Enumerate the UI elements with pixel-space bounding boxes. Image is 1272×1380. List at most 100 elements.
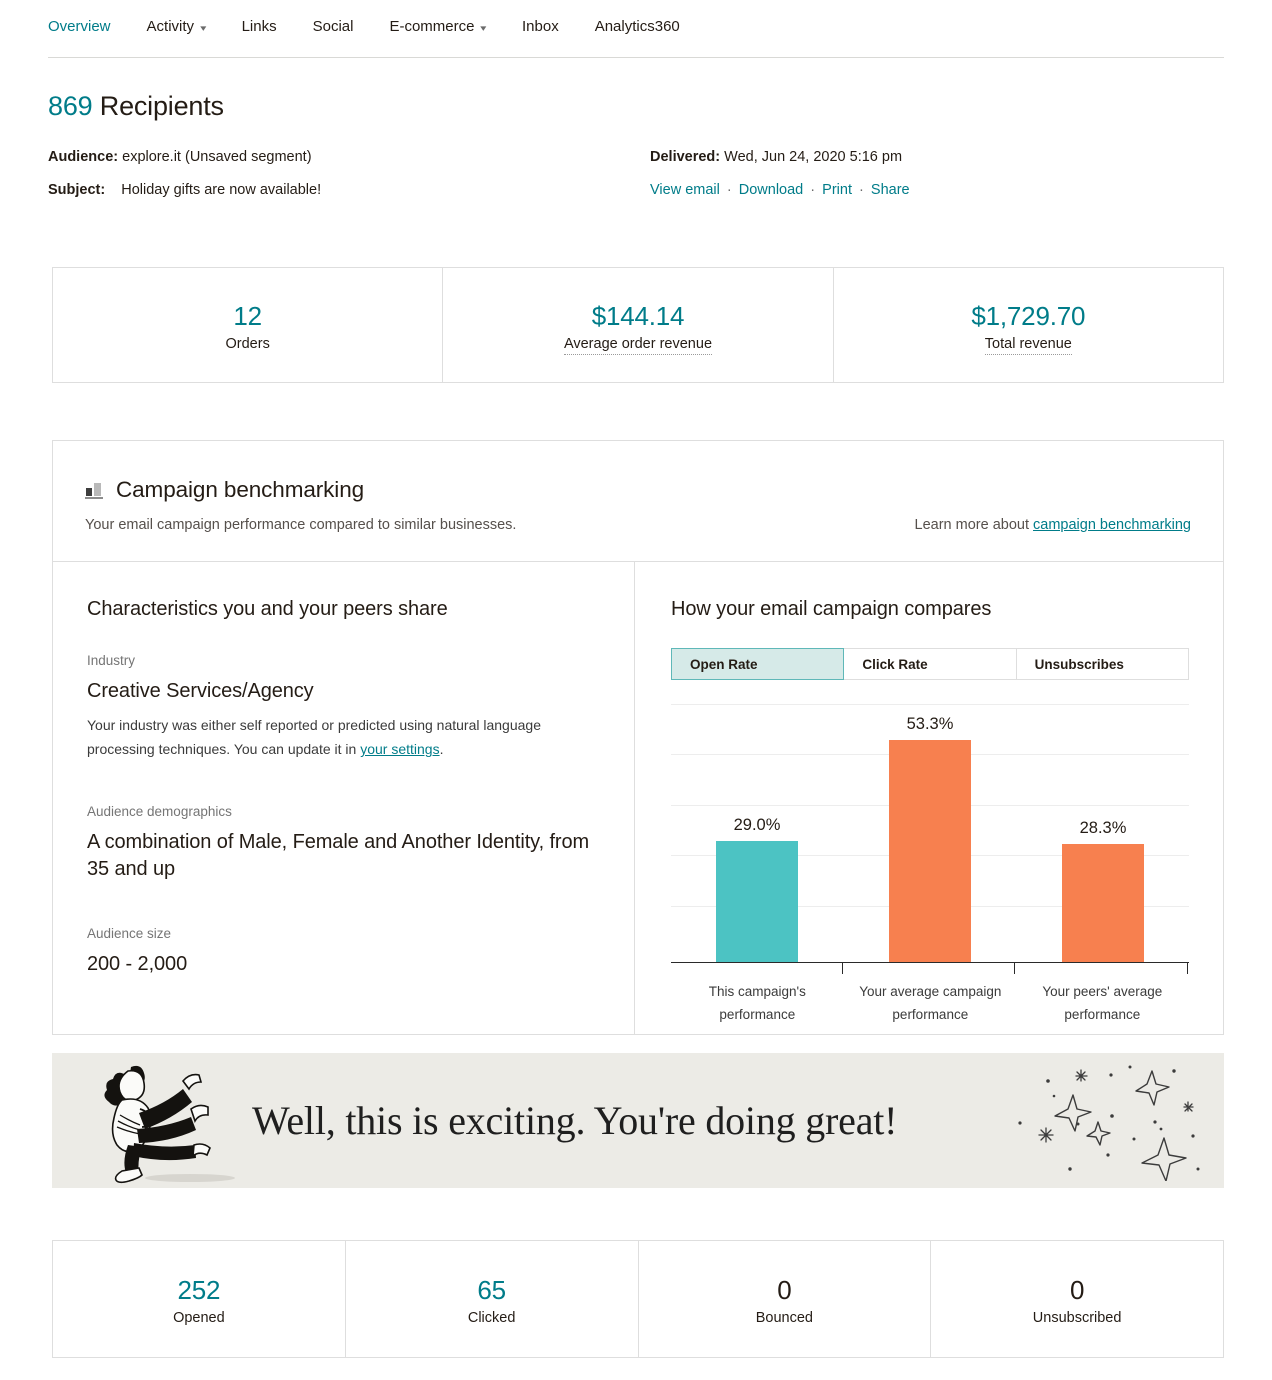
delivered-value: Wed, Jun 24, 2020 5:16 pm (724, 149, 903, 165)
chart-bar[interactable] (1062, 844, 1144, 962)
download-link[interactable]: Download (739, 182, 804, 198)
campaign-benchmarking-panel: Campaign benchmarking Your email campaig… (52, 440, 1224, 1035)
chart-axis-tick (842, 962, 843, 974)
tab-click-rate[interactable]: Click Rate (844, 648, 1017, 680)
tab-unsubscribes[interactable]: Unsubscribes (1016, 648, 1189, 680)
stat-label[interactable]: Total revenue (984, 335, 1072, 355)
email-actions: View email · Download · Print · Share (650, 181, 910, 199)
nav-item-overview[interactable]: Overview (48, 18, 111, 36)
stat-label[interactable]: Average order revenue (563, 335, 713, 355)
primary-nav: Overview Activity ▾ Links Social E-comme… (48, 18, 1224, 58)
nav-item-inbox[interactable]: Inbox (522, 18, 559, 36)
recipients-word: Recipients (99, 91, 224, 121)
chart-plot-area: 29.0% 53.3% 28.3% (671, 704, 1189, 962)
ecommerce-stats-strip: 12 Orders $144.14 Average order revenue … (52, 267, 1224, 383)
share-link[interactable]: Share (871, 182, 910, 198)
stat-label: Opened (173, 1310, 225, 1326)
encouragement-banner: Well, this is exciting. You're doing gre… (52, 1053, 1224, 1188)
your-settings-link[interactable]: your settings (360, 741, 439, 757)
chart-bar-group: 53.3% (889, 713, 971, 962)
industry-value: Creative Services/Agency (87, 680, 314, 702)
stat-card-clicked: 65 Clicked (346, 1241, 639, 1357)
nav-item-label: Overview (48, 18, 111, 35)
chart-axis-tick (1187, 962, 1188, 974)
audience-size-value: 200 - 2,000 (87, 953, 188, 975)
stat-card-average-order-revenue: $144.14 Average order revenue (443, 268, 834, 382)
benchmarking-title-row: Campaign benchmarking (85, 476, 1191, 504)
stat-value: 0 (1069, 1275, 1085, 1305)
bar-chart-icon (85, 482, 104, 499)
learn-more-prefix: Learn more about (914, 517, 1034, 533)
comparison-column: How your email campaign compares Open Ra… (635, 562, 1223, 1034)
stat-value: 252 (177, 1275, 221, 1305)
action-separator: · (859, 182, 864, 198)
nav-item-activity[interactable]: Activity ▾ (146, 18, 207, 36)
industry-field: Industry Creative Services/Agency Your i… (87, 652, 594, 761)
banner-message: Well, this is exciting. You're doing gre… (252, 1097, 898, 1143)
nav-item-label: E-commerce (389, 18, 475, 35)
audience-size-field: Audience size 200 - 2,000 (87, 925, 594, 978)
chart-category-labels: This campaign's performance Your average … (671, 980, 1189, 1028)
industry-note: Your industry was either self reported o… (87, 713, 557, 761)
comparison-title: How your email campaign compares (671, 598, 992, 620)
nav-item-social[interactable]: Social (313, 18, 354, 36)
chart-category-label: This campaign's performance (708, 984, 806, 1022)
stat-value: 12 (233, 301, 262, 331)
campaign-benchmarking-link[interactable]: campaign benchmarking (1033, 517, 1191, 533)
metric-tabs: Open Rate Click Rate Unsubscribes (671, 648, 1189, 680)
subject-meta: Subject: Holiday gifts are now available… (48, 181, 321, 199)
stat-card-opened: 252 Opened (53, 1241, 346, 1357)
page-title: 869 Recipients (48, 90, 224, 123)
audience-meta: Audience: explore.it (Unsaved segment) (48, 148, 312, 166)
nav-item-links[interactable]: Links (242, 18, 277, 36)
learn-more-row: Learn more about campaign benchmarking (915, 515, 1191, 535)
benchmarking-header: Campaign benchmarking Your email campaig… (53, 441, 1223, 562)
print-link[interactable]: Print (822, 182, 852, 198)
running-person-illustration (104, 1065, 235, 1184)
demographics-label: Audience demographics (87, 804, 232, 819)
chart-bar-group: 29.0% (716, 814, 798, 962)
stat-value: $1,729.70 (971, 300, 1086, 331)
chart-bar-value-label: 53.3% (906, 715, 954, 733)
stat-label: Orders (225, 336, 270, 352)
chart-x-axis (671, 962, 1189, 963)
chart-axis-tick (1014, 962, 1015, 974)
subject-value: Holiday gifts are now available! (121, 182, 322, 198)
stat-card-total-revenue: $1,729.70 Total revenue (834, 268, 1223, 382)
benchmark-bar-chart: 29.0% 53.3% 28.3% This campaign's performan… (671, 704, 1189, 1022)
chart-bar-value-label: 29.0% (733, 816, 781, 834)
stat-value: $144.14 (591, 300, 685, 331)
stat-card-bounced: 0 Bounced (639, 1241, 932, 1357)
nav-item-label: Activity (146, 18, 195, 35)
nav-item-label: Analytics360 (594, 18, 680, 35)
stat-value: 65 (477, 1275, 506, 1305)
chart-bar[interactable] (889, 740, 971, 962)
chart-bar-group: 28.3% (1062, 817, 1144, 962)
benchmarking-body: Characteristics you and your peers share… (53, 562, 1223, 1034)
stat-label: Bounced (755, 1310, 813, 1326)
delivered-label: Delivered: (650, 149, 721, 165)
chart-bar[interactable] (716, 841, 798, 962)
tab-open-rate[interactable]: Open Rate (671, 648, 845, 680)
audience-value: explore.it (Unsaved segment) (122, 149, 312, 165)
subject-label: Subject: (48, 182, 106, 198)
view-email-link[interactable]: View email (650, 182, 720, 198)
nav-item-label: Links (241, 18, 277, 35)
nav-item-analytics360[interactable]: Analytics360 (595, 18, 680, 36)
characteristics-column: Characteristics you and your peers share… (53, 562, 635, 1034)
characteristics-title: Characteristics you and your peers share (87, 598, 448, 620)
industry-note-text-b: . (439, 741, 444, 757)
audience-size-label: Audience size (87, 926, 172, 941)
stat-label: Unsubscribed (1032, 1310, 1122, 1326)
nav-item-label: Social (312, 18, 354, 35)
chart-bar-value-label: 28.3% (1079, 819, 1127, 837)
industry-note-text-a: Your industry was either self reported o… (87, 717, 541, 757)
stat-card-unsubscribed: 0 Unsubscribed (931, 1241, 1223, 1357)
delivered-meta: Delivered: Wed, Jun 24, 2020 5:16 pm (650, 148, 902, 166)
stat-label: Clicked (467, 1310, 516, 1326)
stat-card-orders: 12 Orders (53, 268, 444, 382)
audience-label: Audience: (48, 149, 119, 165)
engagement-stats-strip: 252 Opened 65 Clicked 0 Bounced 0 Unsubs… (52, 1240, 1224, 1358)
nav-item-ecommerce[interactable]: E-commerce ▾ (389, 18, 486, 36)
nav-item-label: Inbox (522, 18, 559, 35)
